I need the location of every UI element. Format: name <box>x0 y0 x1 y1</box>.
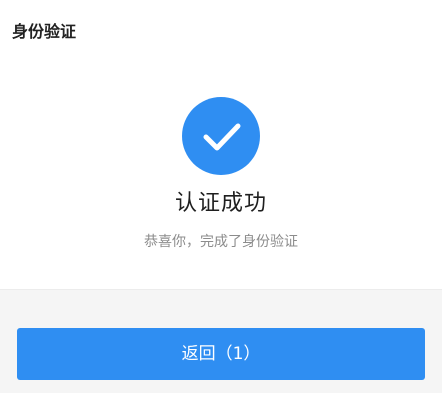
success-title: 认证成功 <box>174 191 267 216</box>
back-button[interactable]: 返回（1） <box>17 328 425 380</box>
verification-card: 身份验证 认证成功 恭喜你，完成了身份验证 <box>0 0 442 290</box>
success-subtitle: 恭喜你，完成了身份验证 <box>144 234 298 250</box>
page-title: 身份验证 <box>12 22 77 41</box>
check-circle-icon <box>182 97 260 175</box>
